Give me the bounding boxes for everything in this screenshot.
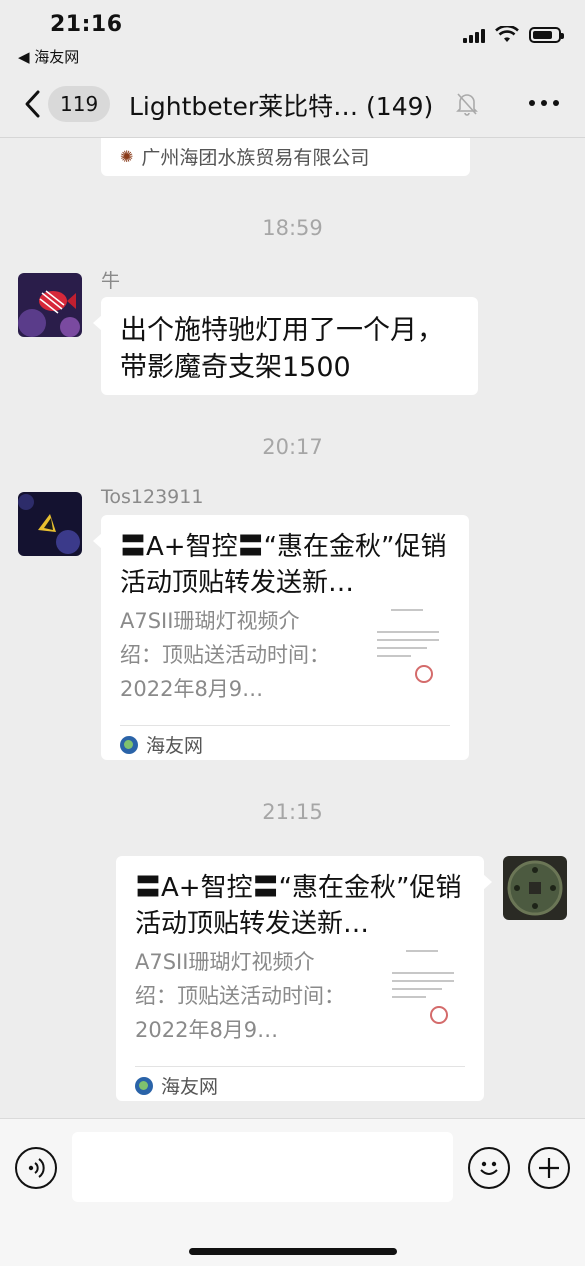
message-list[interactable]: ✺ 广州海团水族贸易有限公司 18:59 牛 出个施特驰灯用了一个月，带影魔奇支… [0, 138, 585, 1118]
card-title: 〓A+智控〓“惠在金秋”促销活动顶贴转发送新… [120, 532, 447, 598]
chat-title[interactable]: Lightbeter莱比特… (149) [129, 87, 459, 123]
cellular-signal-icon [463, 27, 485, 43]
card-source-label: 海友网 [146, 735, 204, 757]
card-source: 海友网 [135, 1072, 218, 1099]
source-logo-icon: ✺ [120, 147, 134, 166]
wifi-icon [495, 26, 519, 42]
card-source-label: 广州海团水族贸易有限公司 [141, 147, 370, 169]
text-message-bubble[interactable]: 出个施特驰灯用了一个月，带影魔奇支架1500 [93, 297, 478, 395]
card-thumbnail [373, 607, 443, 687]
timestamp: 21:15 [262, 800, 323, 824]
voice-icon [28, 1158, 45, 1178]
card-description: A7SII珊瑚灯视频介绍：顶贴送活动时间：2022年8月9… [135, 950, 345, 1042]
sender-name: Tos123911 [101, 486, 204, 508]
more-functions-button[interactable] [528, 1147, 570, 1189]
battery-icon [529, 27, 564, 43]
timestamp: 20:17 [262, 435, 323, 459]
fish-avatar-icon [18, 273, 82, 337]
plus-icon [539, 1158, 559, 1178]
card-divider [135, 1066, 465, 1067]
input-bar [0, 1118, 585, 1266]
card-source: ✺ 广州海团水族贸易有限公司 [120, 143, 369, 170]
voice-input-button[interactable] [15, 1147, 57, 1189]
sender-name: 牛 [101, 270, 121, 292]
my-avatar[interactable] [503, 856, 567, 920]
card-description: A7SII珊瑚灯视频介绍：顶贴送活动时间：2022年8月9… [120, 609, 330, 701]
status-time: 21:16 [50, 12, 123, 37]
emoji-button[interactable] [468, 1147, 510, 1189]
back-to-app-link[interactable]: ◀ 海友网 [18, 46, 79, 67]
mute-bell-icon [456, 93, 478, 116]
card-source: 海友网 [120, 731, 203, 758]
link-card-message[interactable]: 〓A+智控〓“惠在金秋”促销活动顶贴转发送新… A7SII珊瑚灯视频介绍：顶贴送… [93, 515, 469, 760]
message-input[interactable] [72, 1132, 453, 1202]
home-indicator[interactable] [189, 1248, 397, 1255]
back-chevron-icon[interactable] [20, 86, 48, 122]
avatar[interactable] [18, 273, 82, 337]
link-card-message[interactable]: 〓A+智控〓“惠在金秋”促销活动顶贴转发送新… A7SII珊瑚灯视频介绍：顶贴送… [116, 856, 492, 1101]
avatar[interactable] [18, 492, 82, 556]
card-divider [120, 725, 450, 726]
partial-link-card[interactable]: ✺ 广州海团水族贸易有限公司 [101, 138, 470, 176]
status-icons [463, 26, 564, 44]
card-thumbnail [388, 948, 458, 1028]
card-title: 〓A+智控〓“惠在金秋”促销活动顶贴转发送新… [135, 873, 462, 939]
more-options-icon[interactable] [529, 100, 559, 106]
card-source-label: 海友网 [161, 1076, 219, 1098]
timestamp: 18:59 [262, 216, 323, 240]
coin-avatar-icon [503, 856, 567, 920]
chat-nav-bar: 119 Lightbeter莱比特… (149) [0, 70, 585, 138]
aquarium-avatar-icon [18, 492, 82, 556]
unread-count-badge[interactable]: 119 [48, 86, 111, 122]
status-bar: 21:16 ◀ 海友网 [0, 0, 585, 70]
smiley-icon [480, 1161, 498, 1175]
haiyou-logo-icon [135, 1076, 153, 1095]
message-text: 出个施特驰灯用了一个月，带影魔奇支架1500 [120, 315, 444, 383]
haiyou-logo-icon [120, 735, 138, 754]
